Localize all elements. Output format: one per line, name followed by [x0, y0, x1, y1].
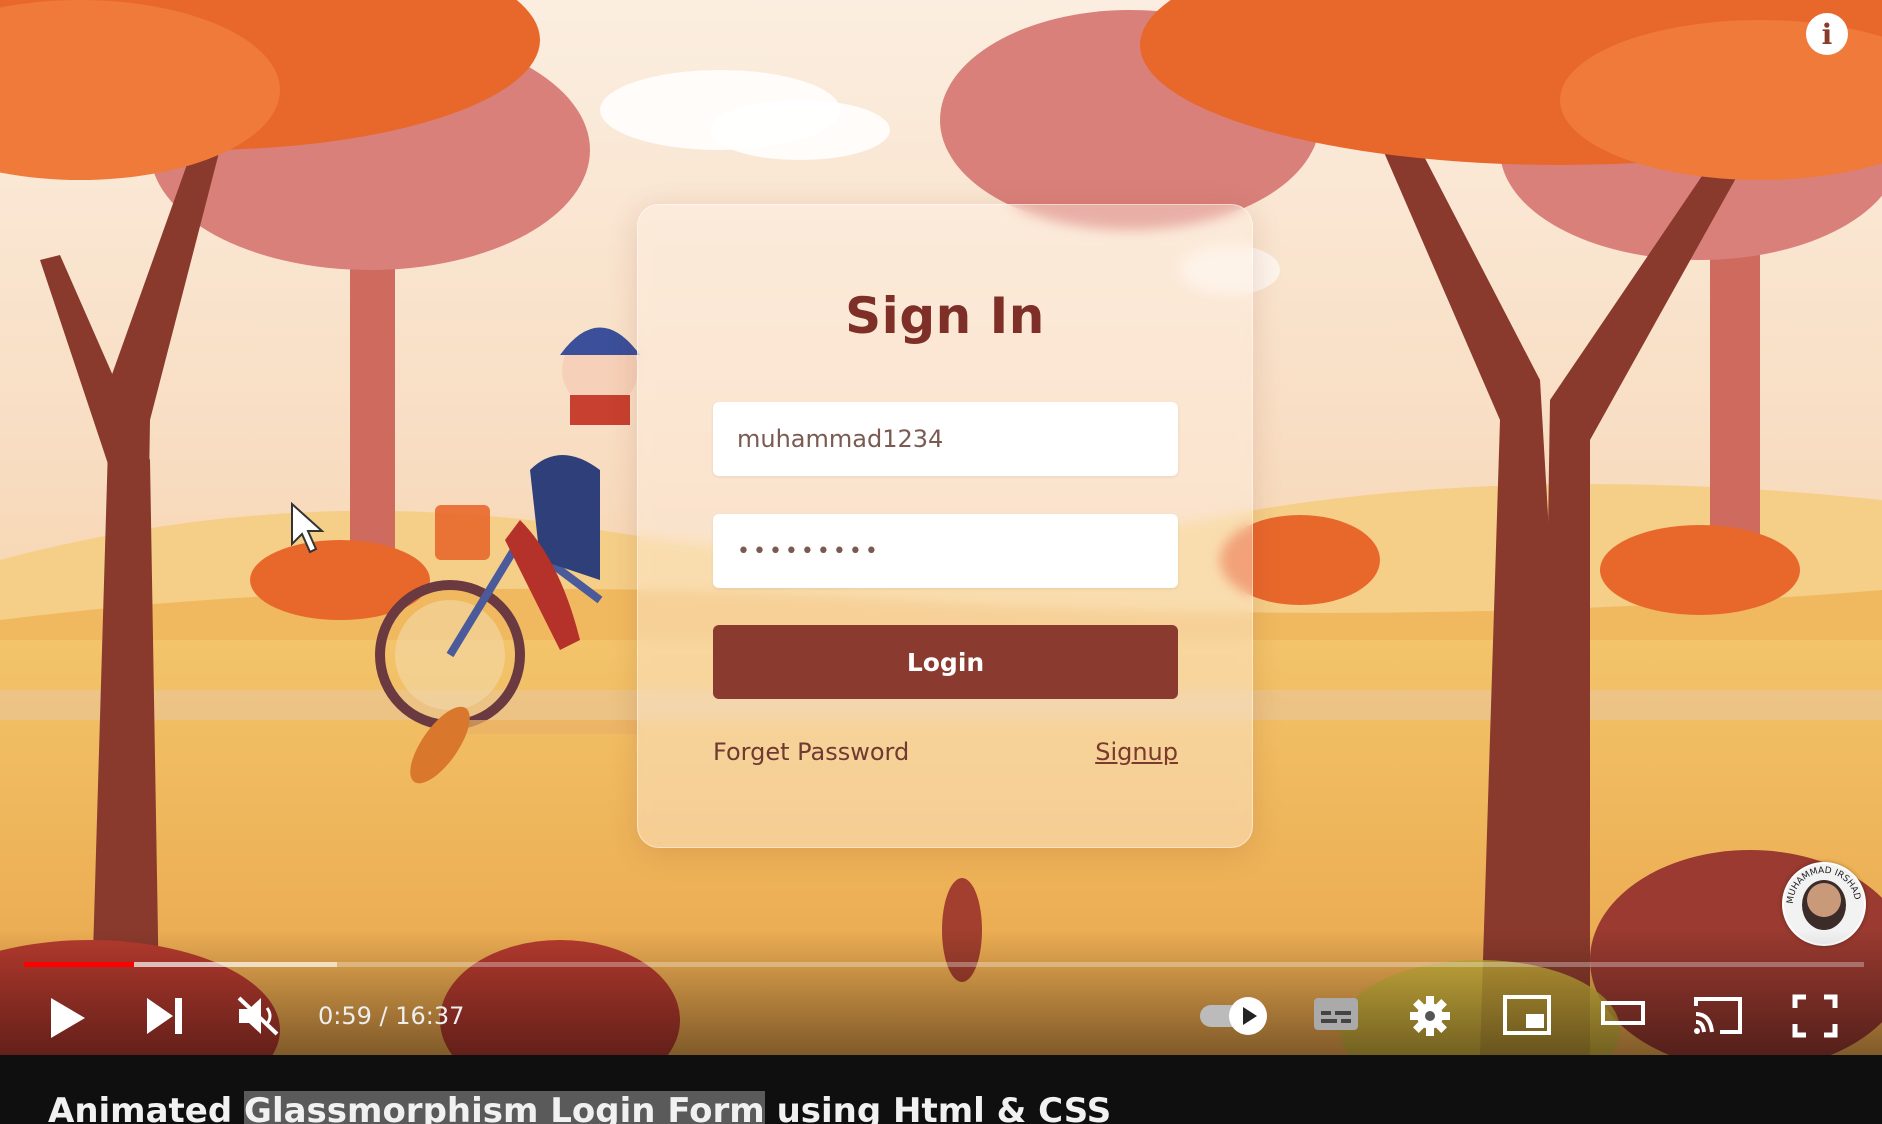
next-icon	[147, 998, 182, 1034]
cast-button[interactable]	[1692, 994, 1744, 1036]
time-current: 0:59	[318, 1002, 372, 1030]
username-field[interactable]: muhammad1234	[713, 402, 1178, 476]
subtitles-button[interactable]	[1312, 994, 1360, 1034]
time-total: 16:37	[395, 1002, 465, 1030]
miniplayer-button[interactable]	[1502, 994, 1552, 1036]
login-card: Sign In muhammad1234 ••••••••• Login For…	[637, 204, 1253, 848]
theater-mode-button[interactable]	[1600, 994, 1646, 1030]
video-title-highlight: Glassmorphism Login Form	[244, 1091, 765, 1124]
signup-link[interactable]: Signup	[1095, 738, 1178, 766]
time-display: 0:59 / 16:37	[318, 1002, 464, 1030]
page-title: Sign In	[845, 287, 1045, 345]
theater-mode-icon	[1601, 1001, 1645, 1025]
video-title-end: using Html & CSS	[764, 1091, 1112, 1124]
play-button[interactable]	[45, 994, 89, 1042]
mouse-cursor-icon	[291, 501, 325, 554]
autoplay-toggle[interactable]	[1198, 996, 1272, 1036]
player-controls: 0:59 / 16:37	[0, 930, 1882, 1055]
video-title-bar: Animated Glassmorphism Login Form using …	[0, 1055, 1882, 1124]
progress-played	[24, 962, 135, 967]
info-icon[interactable]: i	[1806, 13, 1848, 55]
settings-button[interactable]	[1408, 994, 1452, 1038]
svg-text:MUHAMMAD IRSHAD: MUHAMMAD IRSHAD	[1786, 866, 1862, 905]
forgot-password-link[interactable]: Forget Password	[713, 738, 909, 766]
video-title: Animated Glassmorphism Login Form using …	[48, 1091, 1111, 1124]
fullscreen-icon	[1792, 994, 1838, 1038]
settings-icon	[1410, 996, 1450, 1036]
login-button[interactable]: Login	[713, 625, 1178, 699]
time-separator: /	[371, 1002, 396, 1030]
progress-bar[interactable]	[24, 962, 1864, 967]
password-field[interactable]: •••••••••	[713, 514, 1178, 588]
video-title-start: Animated	[48, 1091, 245, 1124]
mute-button[interactable]	[235, 994, 283, 1038]
fullscreen-button[interactable]	[1792, 994, 1838, 1038]
subtitles-icon	[1314, 998, 1358, 1030]
miniplayer-icon	[1503, 995, 1551, 1035]
video-player[interactable]: i MUHAMMAD IRSHAD Sign In muhammad1234 •…	[0, 0, 1882, 1055]
play-icon	[51, 998, 85, 1038]
autoplay-toggle-icon	[1200, 997, 1267, 1035]
cast-icon	[1694, 997, 1742, 1034]
next-button[interactable]	[143, 994, 187, 1038]
mute-icon	[237, 996, 279, 1036]
